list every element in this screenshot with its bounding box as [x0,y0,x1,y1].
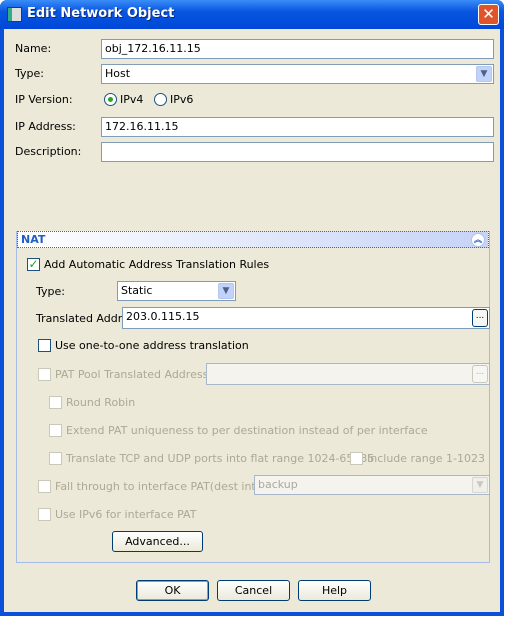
help-button[interactable]: Help [298,580,371,601]
use-ipv6-checkbox[interactable] [38,508,51,521]
type-value: Host [105,67,131,80]
fall-through-label: Fall through to interface PAT(dest intf)… [55,480,268,493]
name-input[interactable]: obj_172.16.11.15 [101,39,494,59]
nat-type-select[interactable]: Static ▼ [117,281,236,301]
advanced-button[interactable]: Advanced... [112,531,203,552]
description-input[interactable] [101,142,494,162]
fall-through-checkbox[interactable] [38,480,51,493]
fall-through-select[interactable]: backup ▼ [254,475,490,495]
include-range-label: Include range 1-1023 [367,452,485,465]
add-auto-rules-label: Add Automatic Address Translation Rules [44,258,270,271]
use-ipv6-label: Use IPv6 for interface PAT [55,508,197,521]
extend-pat-label: Extend PAT uniqueness to per destination… [66,424,428,437]
add-auto-rules-checkbox[interactable]: ✓ [27,258,40,271]
fall-through-value: backup [258,478,298,491]
translated-addr-input[interactable]: 203.0.115.15... [122,307,490,329]
pat-pool-checkbox[interactable] [38,368,51,381]
nat-header[interactable]: NAT ︽ [17,231,489,248]
one-to-one-checkbox[interactable] [38,339,51,352]
type-label: Type: [15,67,44,80]
nat-type-label: Type: [36,285,65,298]
flat-range-label: Translate TCP and UDP ports into flat ra… [66,452,375,465]
flat-range-checkbox[interactable] [49,452,62,465]
ip-address-label: IP Address: [15,120,76,133]
window-title: Edit Network Object [27,6,175,21]
one-to-one-label: Use one-to-one address translation [55,339,249,352]
round-robin-checkbox[interactable] [49,396,62,409]
description-label: Description: [15,145,82,158]
dialog-body: Name: obj_172.16.11.15 Type: Host ▼ IP Ve… [4,29,500,612]
extend-pat-checkbox[interactable] [49,424,62,437]
browse-button[interactable]: ... [472,309,488,327]
collapse-icon[interactable]: ︽ [471,233,485,247]
dialog-window: Edit Network Object ✕ Name: obj_172.16.1… [0,0,504,616]
ipv6-radio[interactable] [154,93,167,106]
round-robin-label: Round Robin [66,396,136,409]
ipv4-label: IPv4 [120,93,144,106]
chevron-down-icon[interactable]: ▼ [472,477,488,493]
ipv6-label: IPv6 [170,93,194,106]
pat-pool-browse-button[interactable]: ... [472,365,488,383]
cancel-button[interactable]: Cancel [217,580,290,601]
translated-addr-label: Translated Addr: [36,312,126,325]
nat-type-value: Static [121,284,153,297]
translated-addr-value: 203.0.115.15 [126,310,200,323]
chevron-down-icon[interactable]: ▼ [476,66,492,82]
ok-button[interactable]: OK [136,580,209,601]
pat-pool-input[interactable]: ... [206,363,490,385]
chevron-down-icon[interactable]: ▼ [218,283,234,299]
title-bar[interactable]: Edit Network Object ✕ [0,0,504,29]
ip-address-input[interactable]: 172.16.11.15 [101,117,494,137]
ipv4-radio[interactable] [104,93,117,106]
pat-pool-label: PAT Pool Translated Address: [55,368,213,381]
type-select[interactable]: Host ▼ [101,64,494,84]
nat-title: NAT [21,233,46,246]
close-button[interactable]: ✕ [478,4,499,25]
ip-version-label: IP Version: [15,93,73,106]
app-icon [7,7,22,22]
include-range-checkbox[interactable] [350,452,363,465]
name-label: Name: [15,42,52,55]
